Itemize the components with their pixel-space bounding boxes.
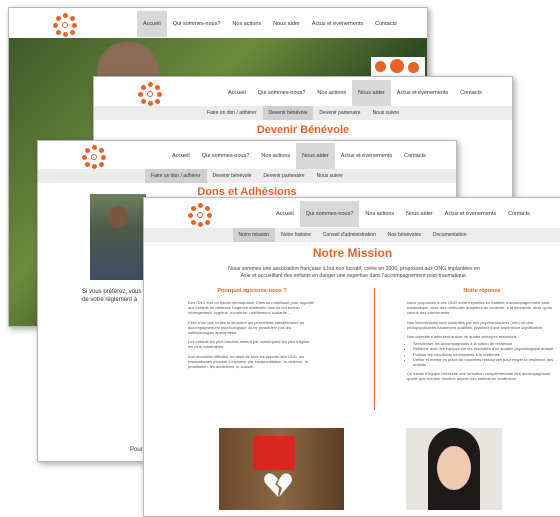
sub-nav: Notre mission Notre histoire Conseil d'a… <box>144 228 560 242</box>
subnav-benevole[interactable]: Devenir bénévole <box>262 106 314 120</box>
logo-icon[interactable] <box>53 13 77 37</box>
subnav-benevoles[interactable]: Nos bénévoles <box>382 228 427 242</box>
logo-icon[interactable] <box>82 145 106 169</box>
boy-photo <box>90 194 146 280</box>
nav-contacts[interactable]: Contacts <box>502 201 536 227</box>
main-nav: Accueil Qui sommes-nous? Nos actions Nou… <box>137 11 403 37</box>
logo-icon[interactable] <box>138 82 162 106</box>
nav-nos-actions[interactable]: Nos actions <box>226 11 267 37</box>
nav-actus[interactable]: Actus et événements <box>439 201 502 227</box>
nav-qui-sommes-nous[interactable]: Qui sommes-nous? <box>167 11 227 37</box>
nav-qui-sommes-nous[interactable]: Qui sommes-nous? <box>196 143 256 169</box>
nav-nous-aider[interactable]: Nous aider <box>352 80 391 106</box>
left-heading: Pourquoi agissons-nous ? <box>217 288 287 294</box>
broken-heart-icon <box>263 472 293 498</box>
intro-line-1: Nous sommes une association française à … <box>228 266 480 272</box>
subnav-suivre[interactable]: Nous suivre <box>311 169 349 183</box>
nav-actus[interactable]: Actus et événements <box>306 11 369 37</box>
dons-text-1: Si vous préférez, vous <box>82 289 142 295</box>
intro-line-2: Asie et accueillant des enfants en dange… <box>240 273 468 279</box>
nav-contacts[interactable]: Contacts <box>398 143 432 169</box>
right-paragraph-2: Nos interventions sont conduites par des… <box>407 319 544 330</box>
page-title: Devenir Bénévole <box>256 124 350 136</box>
column-divider <box>374 288 375 410</box>
subnav-conseil[interactable]: Conseil d'administration <box>317 228 382 242</box>
subnav-don[interactable]: Faire un don / adhérer <box>201 106 262 120</box>
nav-nos-actions[interactable]: Nos actions <box>359 201 400 227</box>
right-paragraph-1: Nous proposons à ces ONG notre expertise… <box>407 300 553 316</box>
subnav-histoire[interactable]: Notre histoire <box>275 228 317 242</box>
sub-nav: Faire un don / adhérer Devenir bénévole … <box>38 169 456 183</box>
subnav-mission[interactable]: Notre mission <box>232 228 276 242</box>
left-paragraph-1: Des ONG font un travail remarquable. Ell… <box>188 300 315 316</box>
dons-text-2: de votre règlement à <box>82 297 138 303</box>
right-column: Notre réponse Nous proposons à ces ONG n… <box>407 288 557 382</box>
nav-actus[interactable]: Actus et événements <box>391 80 454 106</box>
sub-nav: Faire un don / adhérer Devenir bénévole … <box>94 106 512 120</box>
objective-item: Définir et mettre en place de nouvelles … <box>413 357 557 367</box>
left-column: Pourquoi agissons-nous ? Des ONG font un… <box>188 288 316 369</box>
subnav-partenaire[interactable]: Devenir partenaire <box>313 106 366 120</box>
left-paragraph-2: Elles n'ont pas toutes la structure qui … <box>188 319 305 336</box>
nav-nous-aider[interactable]: Nous aider <box>400 201 439 227</box>
objectives-list: Sensibiliser les accompagnants à la noti… <box>407 341 557 367</box>
page-title: Notre Mission <box>312 246 393 260</box>
right-closing: Ce travail d'équipe nécessite une format… <box>407 371 552 382</box>
left-paragraph-4: Aux moments difficiles, en dépit de tous… <box>188 353 308 370</box>
main-nav: Accueil Qui sommes-nous? Nos actions Nou… <box>270 201 536 227</box>
nav-nos-actions[interactable]: Nos actions <box>311 80 352 106</box>
nav-accueil[interactable]: Accueil <box>270 201 300 227</box>
window-mission: Accueil Qui sommes-nous? Nos actions Nou… <box>143 197 560 517</box>
nav-accueil[interactable]: Accueil <box>137 11 167 37</box>
girl-photo <box>406 428 502 510</box>
logo-icon[interactable] <box>188 203 212 227</box>
subnav-don[interactable]: Faire un don / adhérer <box>145 169 207 183</box>
nav-accueil[interactable]: Accueil <box>222 80 252 106</box>
objective-item: Réfléchir avec les équipes sur les modal… <box>413 346 557 351</box>
main-nav: Accueil Qui sommes-nous? Nos actions Nou… <box>166 143 432 169</box>
nav-contacts[interactable]: Contacts <box>454 80 488 106</box>
main-nav: Accueil Qui sommes-nous? Nos actions Nou… <box>222 80 488 106</box>
nav-contacts[interactable]: Contacts <box>369 11 403 37</box>
nav-accueil[interactable]: Accueil <box>166 143 196 169</box>
nav-nos-actions[interactable]: Nos actions <box>255 143 296 169</box>
subnav-partenaire[interactable]: Devenir partenaire <box>257 169 310 183</box>
nav-qui-sommes-nous[interactable]: Qui sommes-nous? <box>252 80 312 106</box>
nav-qui-sommes-nous[interactable]: Qui sommes-nous? <box>299 201 360 227</box>
right-paragraph-3: Nos objectifs s'articulent autour de qua… <box>407 334 519 340</box>
subnav-suivre[interactable]: Nous suivre <box>367 106 405 120</box>
left-paragraph-3: Les enfants les plus touchés restent par… <box>188 339 311 350</box>
right-heading: Notre réponse <box>463 288 501 294</box>
subnav-documentation[interactable]: Documentation <box>427 228 473 242</box>
subnav-benevole[interactable]: Devenir bénévole <box>207 169 258 183</box>
red-box-figure <box>253 436 295 470</box>
nav-nous-aider[interactable]: Nous aider <box>267 11 306 37</box>
broken-heart-photo <box>219 428 344 510</box>
dons-footer: Pour <box>130 447 143 453</box>
mission-intro: Nous sommes une association française à … <box>204 266 504 280</box>
nav-nous-aider[interactable]: Nous aider <box>296 143 335 169</box>
nav-actus[interactable]: Actus et événements <box>335 143 398 169</box>
